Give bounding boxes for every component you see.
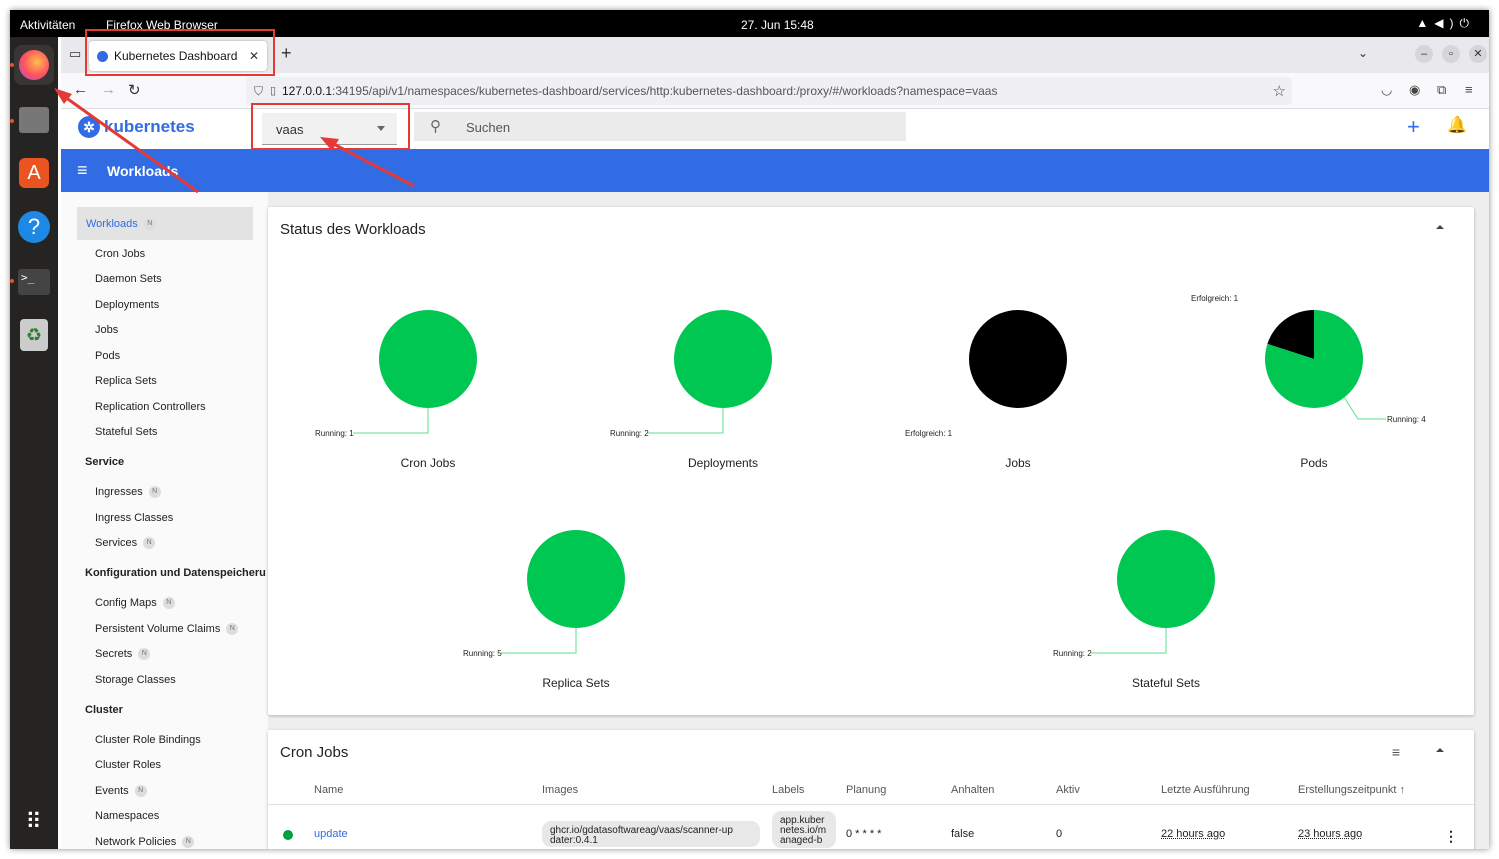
- annotation-arrow-line: [325, 138, 415, 188]
- annotation-arrows: [54, 88, 415, 194]
- annotation-arrow-line: [57, 90, 199, 194]
- desktop-screen: Aktivitäten Firefox Web Browser 27. Jun …: [10, 10, 1489, 849]
